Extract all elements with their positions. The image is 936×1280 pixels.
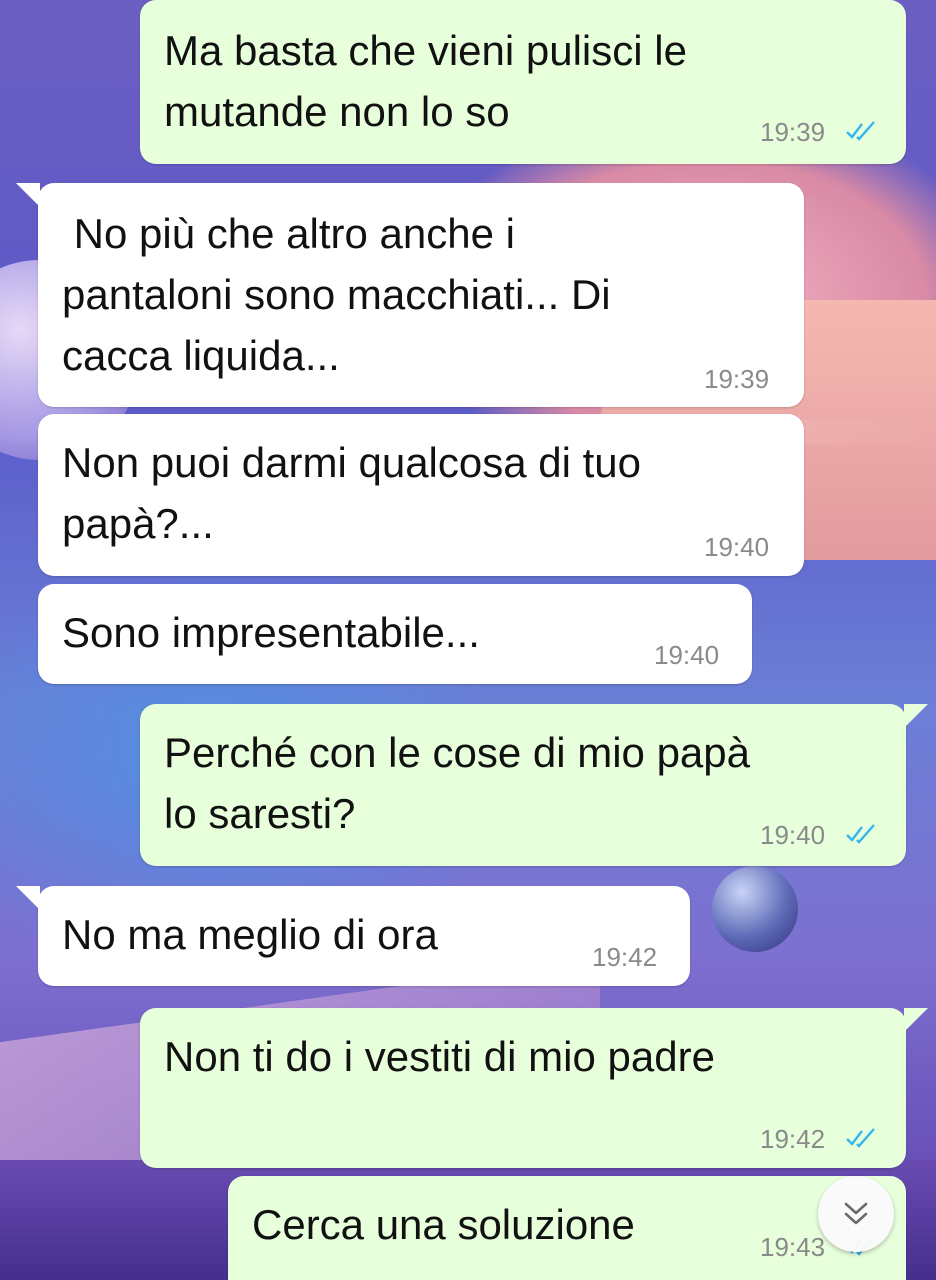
message-time: 19:43 bbox=[760, 1232, 826, 1262]
message-time: 19:39 bbox=[704, 364, 770, 394]
message-bubble-incoming[interactable]: Sono impresentabile... 19:40 bbox=[38, 584, 752, 684]
message-time: 19:39 bbox=[760, 117, 826, 147]
message-bubble-outgoing[interactable]: Perché con le cose di mio papà lo sarest… bbox=[140, 704, 928, 866]
message-bubble-incoming[interactable]: Non puoi darmi qualcosa di tuo papà?... … bbox=[38, 414, 804, 576]
wallpaper-shape bbox=[712, 866, 798, 952]
double-check-icon bbox=[846, 1128, 875, 1148]
double-check-icon bbox=[846, 824, 875, 844]
message-text: Sono impresentabile... bbox=[62, 609, 480, 656]
double-check-icon bbox=[846, 121, 875, 141]
message-bubble-incoming[interactable]: No ma meglio di ora 19:42 bbox=[16, 886, 690, 986]
message-bubble-outgoing[interactable]: Non ti do i vestiti di mio padre 19:42 bbox=[140, 1008, 928, 1168]
message-time: 19:40 bbox=[704, 532, 770, 562]
message-text: Non ti do i vestiti di mio padre bbox=[164, 1033, 715, 1080]
message-text: Non puoi darmi qualcosa di tuo papà?... bbox=[62, 439, 642, 547]
message-bubble-incoming[interactable]: No più che altro anche i pantaloni sono … bbox=[16, 183, 804, 407]
chevron-double-down-icon bbox=[844, 1202, 868, 1225]
message-time: 19:42 bbox=[760, 1124, 826, 1154]
message-text: No ma meglio di ora bbox=[62, 911, 438, 958]
message-bubble-outgoing[interactable]: Cerca una soluzione 19:43 bbox=[228, 1176, 906, 1280]
message-text: Ma basta che vieni pulisci le mutande no… bbox=[164, 27, 687, 135]
message-time: 19:40 bbox=[760, 820, 826, 850]
message-text: No più che altro anche i pantaloni sono … bbox=[62, 210, 611, 379]
message-text: Cerca una soluzione bbox=[252, 1201, 635, 1248]
message-bubble-outgoing[interactable]: Ma basta che vieni pulisci le mutande no… bbox=[140, 0, 906, 164]
message-text: Perché con le cose di mio papà lo sarest… bbox=[164, 729, 751, 837]
message-time: 19:40 bbox=[654, 640, 720, 670]
message-time: 19:42 bbox=[592, 942, 658, 972]
scroll-to-bottom-button[interactable] bbox=[818, 1176, 894, 1252]
